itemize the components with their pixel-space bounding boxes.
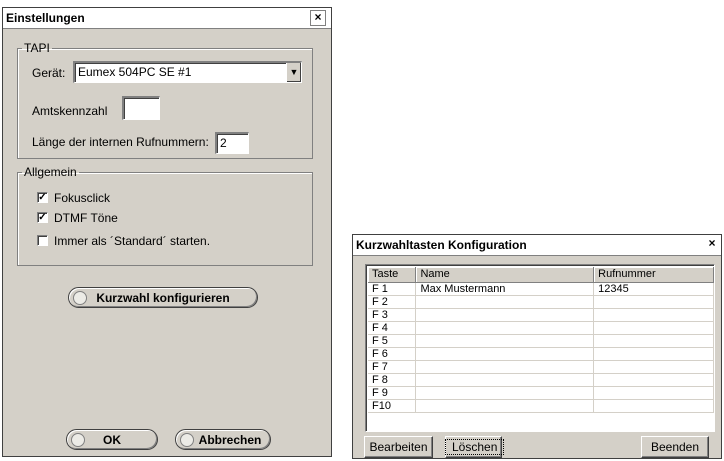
row-key: F 8 (368, 373, 417, 387)
table-row[interactable]: F 9 (368, 386, 714, 400)
row-name (415, 295, 595, 309)
device-select-value: Eumex 504PC SE #1 (78, 65, 192, 79)
speeddial-titlebar: Kurzwahltasten Konfiguration × (353, 235, 721, 256)
table-row[interactable]: F 5 (368, 334, 714, 348)
general-legend: Allgemein (24, 165, 77, 179)
row-number (593, 295, 714, 309)
row-key: F 1 (368, 282, 417, 296)
row-name (415, 308, 595, 322)
row-name (415, 399, 595, 413)
table-row[interactable]: F 6 (368, 347, 714, 361)
table-row[interactable]: F 4 (368, 321, 714, 335)
row-number (593, 334, 714, 348)
edit-button[interactable]: Bearbeiten (364, 436, 433, 458)
column-header-rufnummer[interactable]: Rufnummer (593, 267, 714, 283)
row-name: Max Mustermann (415, 282, 595, 296)
settings-title: Einstellungen (6, 11, 85, 25)
row-name (415, 360, 595, 374)
row-key: F 7 (368, 360, 417, 374)
dtmf-checkbox[interactable]: ✓ (37, 212, 48, 223)
delete-button-label: Löschen (444, 439, 505, 455)
row-name (415, 347, 595, 361)
row-name (415, 386, 595, 400)
standard-start-label: Immer als ´Standard´ starten. (54, 234, 211, 248)
row-key: F 3 (368, 308, 417, 322)
row-name (415, 373, 595, 387)
device-label: Gerät: (32, 66, 66, 80)
row-number (593, 321, 714, 335)
table-row[interactable]: F 8 (368, 373, 714, 387)
row-number (593, 373, 714, 387)
row-number: 12345 (593, 282, 714, 296)
speeddial-window: Kurzwahltasten Konfiguration × Taste Nam… (352, 234, 722, 459)
fokusclick-checkbox[interactable]: ✓ (37, 192, 48, 203)
speeddial-title: Kurzwahltasten Konfiguration (356, 238, 527, 252)
chevron-down-icon[interactable]: ▼ (286, 63, 301, 82)
row-key: F 4 (368, 321, 417, 335)
amt-input[interactable] (122, 96, 160, 120)
settings-window: Einstellungen × TAPI Gerät: Eumex 504PC … (2, 7, 332, 457)
close-icon[interactable]: × (705, 237, 719, 251)
table-row[interactable]: F10 (368, 399, 714, 413)
close-button[interactable]: Beenden (641, 436, 709, 458)
amt-label: Amtskennzahl (32, 104, 108, 118)
fokusclick-label: Fokusclick (54, 191, 111, 205)
table-header: Taste Name Rufnummer (368, 267, 714, 283)
configure-speed-dial-button[interactable]: Kurzwahl konfigurieren (68, 287, 258, 308)
row-key: F 6 (368, 347, 417, 361)
speeddial-table: Taste Name Rufnummer F 1 Max Mustermann 12… (368, 267, 714, 413)
device-select[interactable]: Eumex 504PC SE #1 ▼ (73, 61, 302, 83)
table-row[interactable]: F 7 (368, 360, 714, 374)
speeddial-table-frame: Taste Name Rufnummer F 1 Max Mustermann 12… (365, 264, 715, 432)
dtmf-label: DTMF Töne (54, 211, 118, 225)
ok-button[interactable]: OK (66, 429, 158, 450)
row-key: F10 (368, 399, 417, 413)
delete-button[interactable]: Löschen (444, 436, 505, 458)
close-icon[interactable]: × (310, 10, 326, 26)
table-row[interactable]: F 2 (368, 295, 714, 309)
row-number (593, 399, 714, 413)
row-key: F 5 (368, 334, 417, 348)
row-name (415, 321, 595, 335)
standard-start-checkbox[interactable] (37, 235, 48, 246)
settings-titlebar: Einstellungen × (3, 8, 331, 29)
row-number (593, 347, 714, 361)
row-key: F 2 (368, 295, 417, 309)
row-number (593, 386, 714, 400)
cancel-button[interactable]: Abbrechen (175, 429, 271, 450)
length-label: Länge der internen Rufnummern: (32, 135, 209, 149)
row-number (593, 308, 714, 322)
tapi-legend: TAPI (24, 41, 50, 55)
column-header-name[interactable]: Name (415, 267, 595, 283)
table-row[interactable]: F 3 (368, 308, 714, 322)
row-number (593, 360, 714, 374)
column-header-taste[interactable]: Taste (368, 267, 417, 283)
length-input[interactable]: 2 (215, 132, 249, 154)
row-name (415, 334, 595, 348)
row-key: F 9 (368, 386, 417, 400)
table-row[interactable]: F 1 Max Mustermann 12345 (368, 282, 714, 296)
